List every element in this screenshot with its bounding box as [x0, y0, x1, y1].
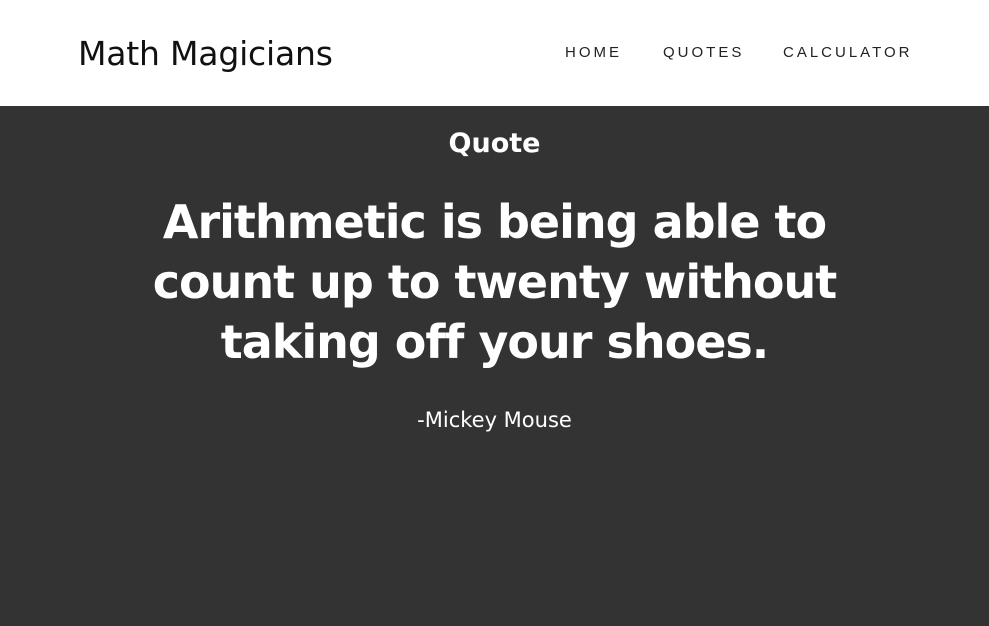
quote-text: Arithmetic is being able to count up to … — [152, 195, 837, 369]
nav-calculator-link[interactable]: CALCULATOR — [783, 44, 912, 62]
nav-home-link[interactable]: HOME — [565, 44, 622, 62]
site-header: Math Magicians HOME QUOTES CALCULATOR — [0, 0, 989, 106]
quote-author: -Mickey Mouse — [417, 408, 572, 432]
site-logo-text[interactable]: Math Magicians — [78, 32, 333, 76]
page-title: Quote — [448, 128, 541, 159]
quote-section: Quote Arithmetic is being able to count … — [0, 106, 989, 626]
nav-quotes-link[interactable]: QUOTES — [663, 44, 744, 62]
page: Math Magicians HOME QUOTES CALCULATOR Qu… — [0, 0, 989, 626]
